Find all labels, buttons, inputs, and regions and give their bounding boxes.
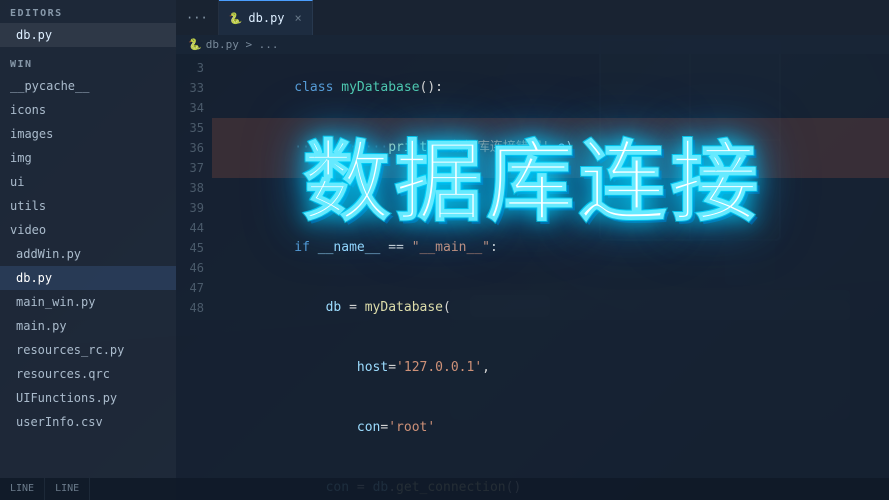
line-num-35: 35 [176,118,212,138]
breadcrumb-path: db.py > ... [206,38,279,51]
tab-db-py[interactable]: 🐍 db.py × [219,0,313,35]
line-num-39: 39 [176,198,212,218]
python-file-icon: 🐍 [229,12,243,25]
sidebar-item-main[interactable]: main.py [0,314,176,338]
sidebar-folder-icons[interactable]: icons [0,98,176,122]
sidebar-item-userinfo[interactable]: userInfo.csv [0,410,176,434]
code-line-39: con='root' [212,398,889,458]
sidebar-folder-ui[interactable]: ui [0,170,176,194]
line-num-33: 33 [176,78,212,98]
tab-dots[interactable]: ··· [176,0,219,35]
sidebar-folder-video[interactable]: video [0,218,176,242]
sidebar-item-addwin[interactable]: addWin.py [0,242,176,266]
tab-label: db.py [248,11,284,25]
tab-dots-label: ··· [186,11,208,25]
sidebar-folder-utils[interactable]: utils [0,194,176,218]
code-line-38: host='127.0.0.1', [212,338,889,398]
code-content: class myDatabase(): ············print(f'… [212,54,889,500]
sidebar-item-resources-qrc[interactable]: resources.qrc [0,362,176,386]
breadcrumb-python-icon: 🐍 [188,38,202,51]
code-editor[interactable]: 3 33 34 35 36 37 38 39 44 45 46 47 48 cl… [176,54,889,500]
sidebar-folder-images[interactable]: images [0,122,176,146]
line-num-3: 3 [176,58,212,78]
status-line-2: LINE [45,478,90,500]
line-num-44: 44 [176,218,212,238]
code-line-3: class myDatabase(): [212,58,889,118]
line-num-37: 37 [176,158,212,178]
win-section-title: WIN [0,51,176,74]
code-line-37: db = myDatabase( [212,278,889,338]
sidebar-item-resources-rc[interactable]: resources_rc.py [0,338,176,362]
line-num-48: 48 [176,298,212,318]
line-num-34: 34 [176,98,212,118]
line-num-46: 46 [176,258,212,278]
code-line-36: if __name__ == "__main__": [212,218,889,278]
line-num-36: 36 [176,138,212,158]
line-numbers: 3 33 34 35 36 37 38 39 44 45 46 47 48 [176,54,212,500]
editor-container: EDITORS db.py WIN __pycache__ icons imag… [0,0,889,500]
main-editor-area: ··· 🐍 db.py × 🐍 db.py > ... 3 33 34 35 3… [176,0,889,500]
code-line-34 [212,178,889,198]
status-bar: LINE LINE [0,478,889,500]
sidebar-folder-img[interactable]: img [0,146,176,170]
sidebar-item-db-py-editors[interactable]: db.py [0,23,176,47]
tab-close-icon[interactable]: × [295,11,302,25]
sidebar: EDITORS db.py WIN __pycache__ icons imag… [0,0,176,500]
sidebar-item-uifunctions[interactable]: UIFunctions.py [0,386,176,410]
sidebar-item-db-py[interactable]: db.py [0,266,176,290]
sidebar-item-main-win[interactable]: main_win.py [0,290,176,314]
breadcrumb: 🐍 db.py > ... [176,35,889,54]
line-num-47: 47 [176,278,212,298]
sidebar-folder-pycache[interactable]: __pycache__ [0,74,176,98]
code-line-35 [212,198,889,218]
editors-section-title: EDITORS [0,0,176,23]
line-num-45: 45 [176,238,212,258]
status-line-1: LINE [0,478,45,500]
line-num-38: 38 [176,178,212,198]
code-line-33: ············print(f'数据库连接错误',e) [212,118,889,178]
tab-bar: ··· 🐍 db.py × [176,0,889,35]
